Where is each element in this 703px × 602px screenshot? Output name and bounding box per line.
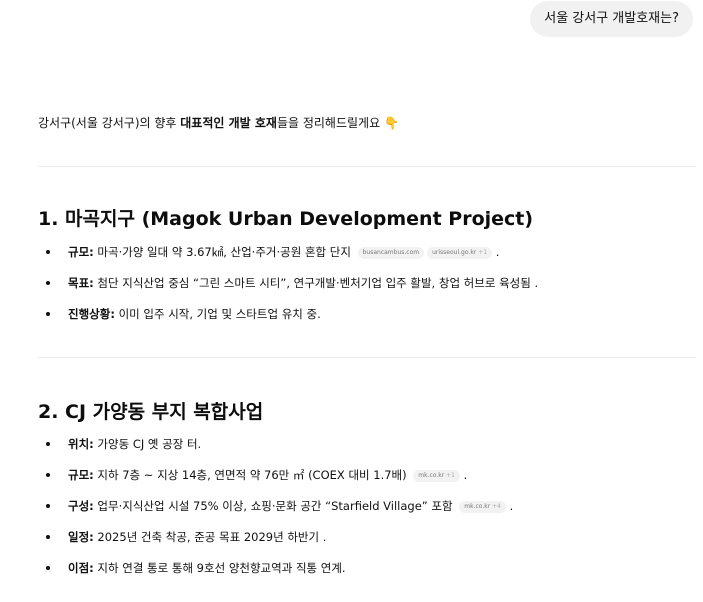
- item-label: 규모:: [68, 468, 94, 482]
- bullet-icon: [46, 566, 50, 570]
- list-item: 위치: 가양동 CJ 옛 공장 터.: [38, 434, 513, 465]
- item-text: 업무·지식산업 시설 75% 이상, 쇼핑·문화 공간 “Starfield V…: [93, 499, 453, 513]
- bullet-icon: [46, 504, 50, 508]
- item-text: 지하 7층 ~ 지상 14층, 연면적 약 76만 ㎡ (COEX 대비 1.7…: [93, 468, 407, 482]
- item-tail: .: [460, 468, 468, 482]
- list-item: 목표: 첨단 지식산업 중심 “그린 스마트 시티”, 연구개발·벤처기업 입주…: [38, 273, 538, 304]
- item-tail: .: [505, 499, 514, 513]
- chip-more: +1: [446, 471, 456, 479]
- divider: [38, 357, 696, 358]
- chip-more: +1: [478, 248, 488, 256]
- list-item: 규모: 마곡·가양 일대 약 3.67㎢, 산업·주거·공원 혼합 단지 bus…: [38, 242, 538, 273]
- list-item: 진행상황: 이미 입주 시작, 기업 및 스타트업 유치 중.: [38, 304, 538, 335]
- item-label: 진행상황:: [68, 307, 115, 321]
- chip-source: mk.co.kr: [418, 471, 445, 479]
- user-message-bubble: 서울 강서구 개발호재는?: [530, 1, 693, 37]
- source-chip[interactable]: mk.co.kr +1: [413, 469, 461, 482]
- item-tail: .: [492, 245, 500, 259]
- list-item: 일정: 2025년 건축 착공, 준공 목표 2029년 하반기 .: [38, 527, 513, 558]
- chip-source: mk.co.kr: [464, 502, 491, 510]
- chat-page: 서울 강서구 개발호재는? 강서구(서울 강서구)의 향후 대표적인 개발 호재…: [0, 0, 703, 602]
- source-chip[interactable]: busancambus.com: [357, 246, 425, 259]
- list-item: 이점: 지하 연결 통로 통해 9호선 양천향교역과 직통 연계.: [38, 558, 513, 589]
- bullet-icon: [46, 442, 50, 446]
- list-item: 규모: 지하 7층 ~ 지상 14층, 연면적 약 76만 ㎡ (COEX 대비…: [38, 465, 513, 496]
- bullet-icon: [46, 281, 50, 285]
- intro-prefix: 강서구(서울 강서구)의 향후: [38, 116, 181, 130]
- item-text: 지하 연결 통로 통해 9호선 양천향교역과 직통 연계.: [93, 561, 346, 575]
- item-label: 일정:: [68, 530, 94, 544]
- chip-source: busancambus.com: [362, 248, 420, 256]
- source-chip[interactable]: mk.co.kr +4: [459, 500, 506, 513]
- item-label: 규모:: [68, 245, 94, 259]
- item-label: 구성:: [68, 499, 94, 513]
- chip-more: +4: [492, 502, 501, 510]
- pointing-down-icon: 👇: [383, 116, 399, 130]
- list-item: 구성: 업무·지식산업 시설 75% 이상, 쇼핑·문화 공간 “Starfie…: [38, 496, 513, 527]
- section-title-2: 2. CJ 가양동 부지 복합사업: [38, 401, 264, 423]
- intro-suffix: 들을 정리해드릴게요: [276, 116, 381, 130]
- item-text: 첨단 지식산업 중심 “그린 스마트 시티”, 연구개발·벤처기업 입주 활발,…: [93, 276, 539, 290]
- chip-source: urisseoul.go.kr: [432, 248, 477, 256]
- source-chip[interactable]: urisseoul.go.kr +1: [427, 246, 493, 259]
- bullet-icon: [46, 312, 50, 316]
- section-2-list: 위치: 가양동 CJ 옛 공장 터. 규모: 지하 7층 ~ 지상 14층, 연…: [38, 434, 513, 589]
- bullet-icon: [46, 250, 50, 254]
- item-text: 이미 입주 시작, 기업 및 스타트업 유치 중.: [114, 307, 321, 321]
- item-text: 가양동 CJ 옛 공장 터.: [93, 437, 202, 451]
- bullet-icon: [46, 473, 50, 477]
- item-text: 2025년 건축 착공, 준공 목표 2029년 하반기 .: [93, 530, 327, 544]
- section-1-list: 규모: 마곡·가양 일대 약 3.67㎢, 산업·주거·공원 혼합 단지 bus…: [38, 242, 538, 335]
- assistant-intro: 강서구(서울 강서구)의 향후 대표적인 개발 호재들을 정리해드릴게요 👇: [38, 114, 399, 131]
- item-label: 이점:: [68, 561, 94, 575]
- section-title-1: 1. 마곡지구 (Magok Urban Development Project…: [38, 208, 534, 230]
- item-text: 마곡·가양 일대 약 3.67㎢, 산업·주거·공원 혼합 단지: [93, 245, 351, 259]
- item-label: 위치:: [68, 437, 94, 451]
- divider: [38, 166, 696, 167]
- item-label: 목표:: [68, 276, 94, 290]
- intro-bold: 대표적인 개발 호재: [180, 116, 277, 130]
- bullet-icon: [46, 535, 50, 539]
